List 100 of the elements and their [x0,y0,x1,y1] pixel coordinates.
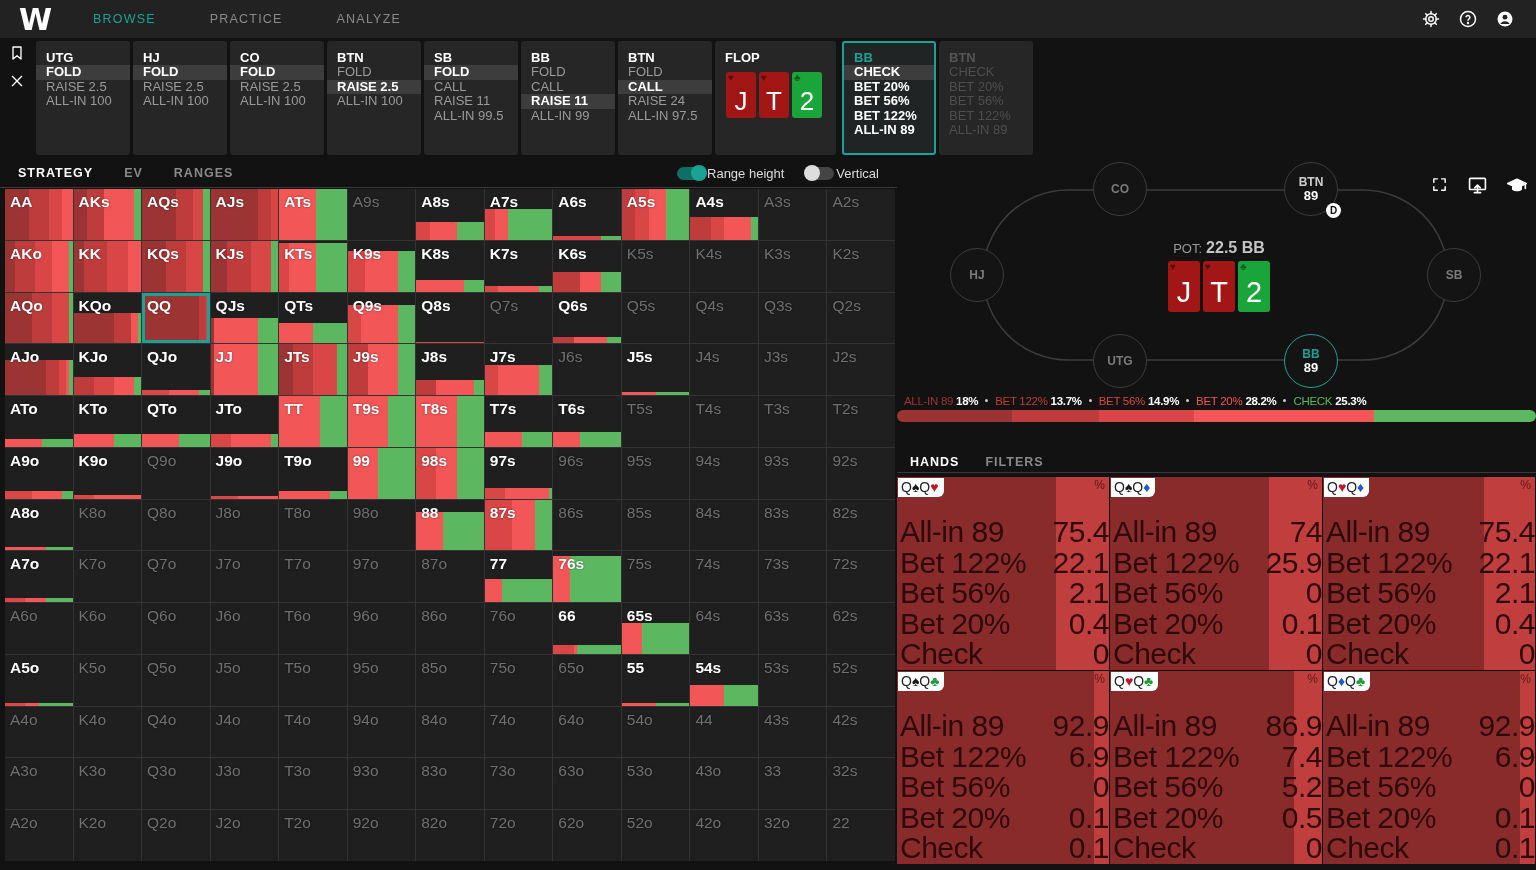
hand-cell[interactable]: 97o [347,551,416,603]
hand-cell[interactable]: 82s [827,499,895,551]
action-option[interactable]: FOLD [133,65,227,80]
hand-combo-card[interactable]: Q♥Q♣ % All-in 89 86.9 Bet 122% 7.4 Bet 56% 5.2 Bet 20% 0.5 Check 0 [1110,671,1322,864]
hand-cell[interactable]: T4o [279,706,347,758]
action-option[interactable]: FOLD [424,65,518,80]
action-option[interactable]: ALL-IN 100 [230,94,324,109]
hand-cell[interactable]: 93s [758,447,827,499]
hand-cell[interactable]: 97s [484,447,553,499]
hand-cell[interactable]: T7s [484,396,553,447]
action-option[interactable]: ALL-IN 100 [133,94,227,109]
hand-cell[interactable]: Q5o [142,654,210,706]
hand-cell[interactable]: A4o [5,706,73,758]
hand-cell[interactable]: KJs [210,240,279,292]
strategy-tab[interactable]: STRATEGY [18,166,94,180]
hand-cell[interactable]: 95s [621,447,690,499]
hand-cell[interactable]: J6s [553,344,621,396]
hand-cell[interactable]: 96o [347,603,416,654]
hand-cell[interactable]: QJs [210,292,279,344]
hand-cell[interactable]: 83o [416,758,484,810]
hand-cell[interactable]: A5o [5,654,73,706]
action-column[interactable]: BTN FOLD RAISE 2.5 ALL-IN 100 [327,41,421,155]
action-option[interactable]: RAISE 2.5 [36,79,130,94]
hand-cell[interactable]: T3o [279,758,347,810]
hand-cell[interactable]: 54s [690,654,758,706]
hand-cell[interactable]: 82o [416,810,484,861]
hand-cell[interactable]: A2o [5,810,73,861]
hand-combo-card[interactable]: Q♠Q♣ % All-in 89 92.9 Bet 122% 6.9 Bet 56% 0 Bet 20% 0.1 Check 0.1 [897,671,1109,864]
hand-cell[interactable]: 65s [621,603,690,654]
action-option[interactable]: CALL [424,79,518,94]
hand-cell[interactable]: 43s [758,706,827,758]
hand-cell[interactable]: 99 [347,447,416,499]
hand-cell[interactable]: 94o [347,706,416,758]
hand-cell[interactable]: JTo [210,396,279,447]
hand-cell[interactable]: 54o [621,706,690,758]
hand-cell[interactable]: 65o [553,654,621,706]
hand-cell[interactable]: A2s [827,189,895,240]
hand-combo-card[interactable]: Q♠Q♥ % All-in 89 75.4 Bet 122% 22.1 Bet 56% 2.1 Bet 20% 0.4 Check 0 [897,477,1109,670]
nav-tab[interactable]: PRACTICE [209,12,283,26]
hand-cell[interactable]: 44 [690,706,758,758]
action-option[interactable]: FOLD [521,65,615,80]
hand-cell[interactable]: Q6o [142,603,210,654]
hand-cell[interactable]: 62s [827,603,895,654]
hand-cell[interactable]: JTs [279,344,347,396]
hand-cell[interactable]: J5s [621,344,690,396]
hand-cell[interactable]: K2o [73,810,142,861]
hand-cell[interactable]: A9o [5,447,73,499]
hand-cell[interactable]: AA [5,189,73,240]
hand-cell[interactable]: 72s [827,551,895,603]
hand-cell[interactable]: 94s [690,447,758,499]
hand-cell[interactable]: 84s [690,499,758,551]
hand-cell[interactable]: T9s [347,396,416,447]
action-option[interactable]: FOLD [36,65,130,80]
hand-cell[interactable]: AQo [5,292,73,344]
hand-cell[interactable]: 86s [553,499,621,551]
hand-cell[interactable]: 72o [484,810,553,861]
action-option[interactable]: ALL-IN 99.5 [424,108,518,123]
hand-cell[interactable]: 98s [416,447,484,499]
action-option[interactable]: BET 20% [844,79,934,94]
hand-cell[interactable]: 55 [621,654,690,706]
hand-cell[interactable]: J9o [210,447,279,499]
hand-cell[interactable]: 32o [758,810,827,861]
hand-cell[interactable]: Q8s [416,292,484,344]
hand-cell[interactable]: K9o [73,447,142,499]
hand-cell[interactable]: 83s [758,499,827,551]
hand-combo-card[interactable]: Q♦Q♣ % All-in 89 92.9 Bet 122% 6.9 Bet 56% 0 Bet 20% 0.1 Check 0.1 [1323,671,1535,864]
hand-cell[interactable]: 62o [553,810,621,861]
hand-cell[interactable]: J6o [210,603,279,654]
hand-cell[interactable]: 53o [621,758,690,810]
hand-cell[interactable]: AKo [5,240,73,292]
action-option[interactable]: FOLD [327,65,421,80]
hand-cell[interactable]: Q6s [553,292,621,344]
hand-cell[interactable]: J5o [210,654,279,706]
user-icon[interactable] [1496,10,1514,28]
hand-cell[interactable]: K6s [553,240,621,292]
hand-cell[interactable]: 42s [827,706,895,758]
help-icon[interactable] [1459,10,1477,28]
hand-cell[interactable]: ATo [5,396,73,447]
hand-cell[interactable]: T6o [279,603,347,654]
action-column[interactable]: SB FOLD CALL RAISE 11 ALL-IN 99.5 [424,41,518,155]
hand-cell[interactable]: K5s [621,240,690,292]
action-option[interactable]: BET 122% [844,108,934,123]
hand-cell[interactable]: T4s [690,396,758,447]
hand-cell[interactable]: 87s [484,499,553,551]
action-option[interactable]: RAISE 11 [521,94,615,109]
action-column[interactable]: BB FOLD CALL RAISE 11 ALL-IN 99 [521,41,615,155]
action-column[interactable]: CO FOLD RAISE 2.5 ALL-IN 100 [230,41,324,155]
hand-cell[interactable]: K3s [758,240,827,292]
hand-cell[interactable]: 63s [758,603,827,654]
hand-cell[interactable]: K8o [73,499,142,551]
hand-cell[interactable]: 87o [416,551,484,603]
hand-cell[interactable]: 53s [758,654,827,706]
hand-cell[interactable]: J8o [210,499,279,551]
hand-cell[interactable]: 74s [690,551,758,603]
hand-cell[interactable]: KQs [142,240,210,292]
hand-cell[interactable]: 92o [347,810,416,861]
toggle-switch[interactable] [677,166,705,180]
action-option[interactable]: ALL-IN 100 [36,94,130,109]
hand-cell[interactable]: T2s [827,396,895,447]
hand-cell[interactable]: 42o [690,810,758,861]
